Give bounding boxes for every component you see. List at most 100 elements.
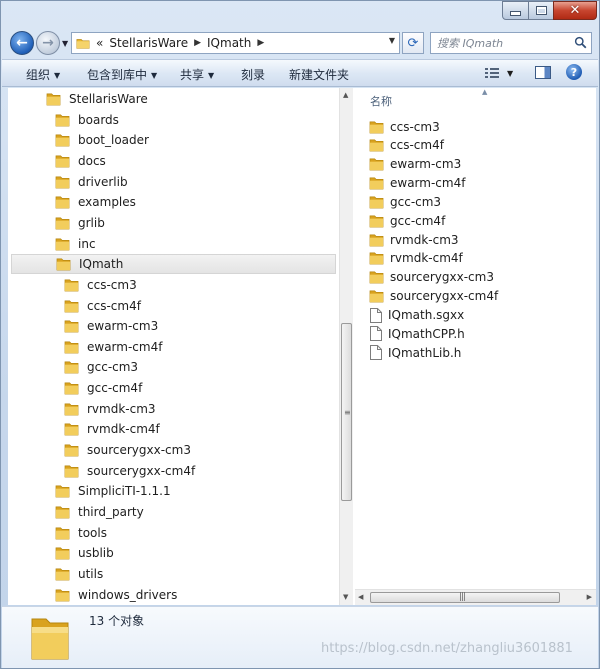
file-list-item[interactable]: rvmdk-cm4f bbox=[369, 249, 463, 268]
address-bar[interactable]: « StellarisWare ▶ IQmath ▶ ▼ bbox=[71, 32, 400, 54]
nav-tree-item[interactable]: grlib bbox=[55, 213, 105, 233]
nav-tree-item[interactable]: tools bbox=[55, 523, 107, 543]
scrollbar-thumb[interactable]: ≡ bbox=[341, 323, 352, 501]
nav-tree-item[interactable]: rvmdk-cm4f bbox=[64, 419, 160, 439]
folder-icon bbox=[369, 158, 384, 171]
nav-tree-item[interactable]: ccs-cm4f bbox=[64, 296, 141, 316]
folder-icon bbox=[55, 114, 70, 127]
burn-button[interactable]: 刻录 bbox=[241, 66, 265, 83]
file-icon bbox=[370, 345, 382, 361]
help-button[interactable]: ? bbox=[566, 64, 582, 80]
breadcrumb-stellarisware[interactable]: StellarisWare bbox=[109, 36, 188, 50]
file-list-item[interactable]: IQmathLib.h bbox=[370, 343, 461, 362]
nav-tree-item[interactable]: usblib bbox=[55, 543, 114, 563]
nav-tree-label: third_party bbox=[78, 505, 144, 519]
file-name: ccs-cm3 bbox=[390, 119, 440, 134]
nav-tree-item[interactable]: IQmath bbox=[11, 254, 336, 275]
folder-icon bbox=[369, 177, 384, 190]
nav-tree-label: sourcerygxx-cm4f bbox=[87, 463, 196, 478]
file-list-item[interactable]: ewarm-cm3 bbox=[369, 155, 461, 174]
nav-tree-item[interactable]: ewarm-cm3 bbox=[64, 316, 158, 336]
file-name: sourcerygxx-cm3 bbox=[390, 270, 494, 285]
new-folder-button[interactable]: 新建文件夹 bbox=[289, 66, 349, 83]
organize-menu[interactable]: 组织 ▼ bbox=[26, 66, 60, 83]
breadcrumb-chevron-icon[interactable]: ▶ bbox=[257, 38, 264, 48]
search-icon[interactable] bbox=[574, 36, 587, 49]
file-list-item[interactable]: IQmath.sgxx bbox=[370, 306, 464, 325]
nav-tree-item[interactable]: driverlib bbox=[55, 172, 128, 192]
sort-ascending-icon: ▲ bbox=[482, 88, 488, 96]
scroll-left-icon[interactable]: ◀ bbox=[358, 593, 363, 601]
share-menu[interactable]: 共享 ▼ bbox=[180, 66, 214, 83]
nav-tree-label: ewarm-cm3 bbox=[87, 319, 159, 334]
nav-tree-label: ccs-cm3 bbox=[87, 277, 137, 292]
minimize-button[interactable] bbox=[502, 1, 529, 20]
file-name: ewarm-cm4f bbox=[390, 176, 466, 191]
file-name: ewarm-cm3 bbox=[390, 157, 462, 172]
address-history-dropdown[interactable]: ▼ bbox=[389, 36, 395, 45]
nav-tree-item[interactable]: examples bbox=[55, 192, 136, 212]
maximize-button[interactable] bbox=[528, 1, 554, 20]
nav-tree-label: utils bbox=[78, 566, 104, 581]
h-scrollbar-thumb[interactable]: ||| bbox=[370, 592, 560, 603]
scroll-right-icon[interactable]: ▶ bbox=[587, 593, 592, 601]
file-list-item[interactable]: ccs-cm3 bbox=[369, 117, 440, 136]
nav-tree-item[interactable]: inc bbox=[55, 234, 96, 254]
folder-icon bbox=[64, 423, 79, 436]
file-list-item[interactable]: IQmathCPP.h bbox=[370, 324, 465, 343]
file-list-item[interactable]: gcc-cm4f bbox=[369, 211, 445, 230]
folder-icon bbox=[55, 568, 70, 581]
file-name: ccs-cm4f bbox=[390, 138, 444, 153]
nav-tree-item[interactable]: sourcerygxx-cm4f bbox=[64, 461, 195, 481]
arrow-left-icon: ← bbox=[16, 35, 28, 51]
address-overflow[interactable]: « bbox=[96, 36, 103, 50]
file-list-item[interactable]: ewarm-cm4f bbox=[369, 174, 465, 193]
breadcrumb-iqmath[interactable]: IQmath bbox=[207, 36, 251, 50]
folder-icon bbox=[55, 176, 70, 188]
nav-tree-item[interactable]: sourcerygxx-cm3 bbox=[64, 440, 191, 460]
file-list-item[interactable]: gcc-cm3 bbox=[369, 192, 441, 211]
forward-button[interactable]: → bbox=[36, 31, 60, 55]
file-list-item[interactable]: sourcerygxx-cm3 bbox=[369, 268, 494, 287]
include-in-library-menu[interactable]: 包含到库中 ▼ bbox=[87, 66, 157, 83]
minimize-icon bbox=[510, 11, 521, 16]
nav-tree-item[interactable]: rvmdk-cm3 bbox=[64, 399, 156, 419]
preview-pane-button[interactable] bbox=[535, 66, 551, 79]
file-name: IQmath.sgxx bbox=[388, 308, 465, 322]
view-options-icon[interactable] bbox=[484, 66, 500, 80]
view-options-dropdown[interactable]: ▼ bbox=[507, 69, 513, 78]
nav-tree-label: sourcerygxx-cm3 bbox=[87, 443, 191, 458]
nav-tree-item[interactable]: ewarm-cm4f bbox=[64, 337, 162, 357]
folder-icon bbox=[64, 403, 79, 416]
nav-tree-item[interactable]: SimpliciTI-1.1.1 bbox=[55, 481, 171, 501]
breadcrumb-chevron-icon[interactable]: ▶ bbox=[194, 38, 201, 48]
column-header-name[interactable]: 名称 bbox=[370, 93, 392, 109]
folder-icon bbox=[64, 341, 79, 354]
file-list-item[interactable]: ccs-cm4f bbox=[369, 136, 444, 155]
nav-tree-label: boards bbox=[78, 112, 119, 127]
refresh-button[interactable]: ⟳ bbox=[402, 32, 424, 54]
folder-icon bbox=[55, 238, 70, 250]
nav-tree-item[interactable]: gcc-cm3 bbox=[64, 357, 138, 377]
nav-tree-item[interactable]: third_party bbox=[55, 502, 144, 522]
file-list-item[interactable]: rvmdk-cm3 bbox=[369, 230, 459, 249]
nav-tree-item[interactable]: windows_drivers bbox=[55, 585, 177, 605]
scroll-down-icon[interactable]: ▼ bbox=[343, 593, 348, 601]
nav-tree-item[interactable]: StellarisWare bbox=[46, 89, 148, 109]
nav-tree-item[interactable]: boards bbox=[55, 110, 119, 130]
scroll-up-icon[interactable]: ▲ bbox=[343, 91, 348, 99]
nav-tree-item[interactable]: ccs-cm3 bbox=[64, 275, 137, 295]
nav-tree-item[interactable]: gcc-cm4f bbox=[64, 378, 142, 398]
close-button[interactable]: ✕ bbox=[553, 1, 597, 20]
file-list-h-scrollbar[interactable]: ◀ ||| ▶ bbox=[355, 589, 596, 605]
back-button[interactable]: ← bbox=[10, 31, 34, 55]
nav-tree-item[interactable]: utils bbox=[55, 564, 103, 584]
nav-tree-item[interactable]: docs bbox=[55, 151, 106, 171]
file-list-item[interactable]: sourcerygxx-cm4f bbox=[369, 287, 498, 306]
recent-pages-dropdown[interactable]: ▼ bbox=[62, 39, 68, 48]
search-input[interactable] bbox=[437, 35, 567, 51]
nav-pane-scrollbar[interactable]: ▲ ≡ ▼ bbox=[339, 88, 353, 605]
nav-tree-item[interactable]: boot_loader bbox=[55, 130, 149, 150]
folder-icon bbox=[369, 121, 384, 133]
folder-icon bbox=[369, 290, 384, 303]
